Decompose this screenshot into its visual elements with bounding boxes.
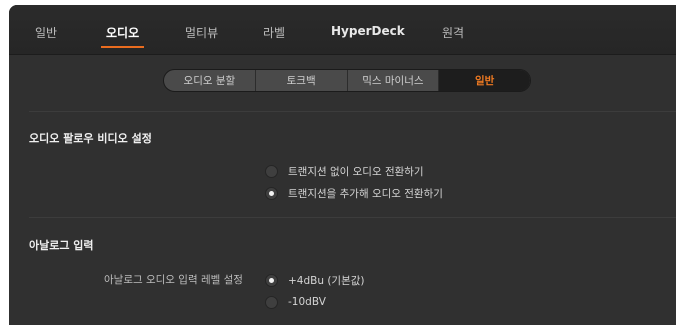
analog-level-option-plus4dbu[interactable]: +4dBu (기본값) bbox=[265, 272, 365, 288]
tab-hyperdeck-label: HyperDeck bbox=[331, 24, 405, 38]
tab-labels-label: 라벨 bbox=[263, 26, 286, 40]
section-divider bbox=[29, 217, 676, 218]
tab-remote[interactable]: 원격 bbox=[442, 24, 464, 41]
subtab-mix-minus[interactable]: 믹스 마이너스 bbox=[348, 70, 440, 91]
tab-audio-label: 오디오 bbox=[106, 26, 140, 40]
radio-button[interactable] bbox=[265, 164, 278, 178]
afv-option-with-transition[interactable]: 트랜지션을 추가해 오디오 전환하기 bbox=[265, 185, 443, 201]
analog-level-option-minus10dbv-label: -10dBV bbox=[288, 296, 326, 308]
subtab-mix-minus-label: 믹스 마이너스 bbox=[362, 75, 424, 87]
analog-level-label: 아날로그 오디오 입력 레벨 설정 bbox=[104, 274, 243, 286]
subtab-talkback[interactable]: 토크백 bbox=[256, 70, 348, 91]
analog-level-option-plus4dbu-label: +4dBu (기본값) bbox=[288, 274, 365, 287]
radio-button[interactable] bbox=[265, 295, 278, 309]
subtab-audio-split-label: 오디오 분할 bbox=[183, 75, 236, 87]
analog-input-title: 아날로그 입력 bbox=[29, 239, 94, 252]
afv-option-with-transition-label: 트랜지션을 추가해 오디오 전환하기 bbox=[288, 187, 443, 200]
subtab-audio-split[interactable]: 오디오 분할 bbox=[164, 70, 256, 91]
analog-level-option-minus10dbv[interactable]: -10dBV bbox=[265, 294, 326, 310]
afv-option-no-transition[interactable]: 트랜지션 없이 오디오 전환하기 bbox=[265, 163, 424, 179]
audio-follow-video-title: 오디오 팔로우 비디오 설정 bbox=[29, 132, 152, 145]
tab-general[interactable]: 일반 bbox=[35, 24, 57, 41]
settings-window: 일반 오디오 멀티뷰 라벨 HyperDeck 원격 오디오 분할 토크백 믹스… bbox=[9, 5, 676, 325]
tab-audio[interactable]: 오디오 bbox=[101, 24, 145, 48]
section-divider bbox=[29, 111, 676, 112]
tab-multiview-label: 멀티뷰 bbox=[185, 26, 219, 40]
tab-multiview[interactable]: 멀티뷰 bbox=[185, 24, 218, 41]
subtab-general[interactable]: 일반 bbox=[439, 70, 530, 91]
audio-subtab-control: 오디오 분할 토크백 믹스 마이너스 일반 bbox=[163, 69, 531, 92]
tab-labels[interactable]: 라벨 bbox=[263, 24, 285, 41]
radio-button-selected[interactable] bbox=[265, 273, 278, 287]
tab-general-label: 일반 bbox=[35, 26, 58, 40]
active-tab-indicator bbox=[101, 46, 145, 48]
afv-option-no-transition-label: 트랜지션 없이 오디오 전환하기 bbox=[288, 165, 424, 178]
tab-hyperdeck[interactable]: HyperDeck bbox=[331, 24, 405, 38]
tab-bar: 일반 오디오 멀티뷰 라벨 HyperDeck 원격 bbox=[9, 5, 676, 55]
tab-remote-label: 원격 bbox=[442, 26, 465, 40]
subtab-general-label: 일반 bbox=[474, 75, 495, 87]
subtab-talkback-label: 토크백 bbox=[286, 75, 316, 87]
radio-button-selected[interactable] bbox=[265, 186, 278, 200]
